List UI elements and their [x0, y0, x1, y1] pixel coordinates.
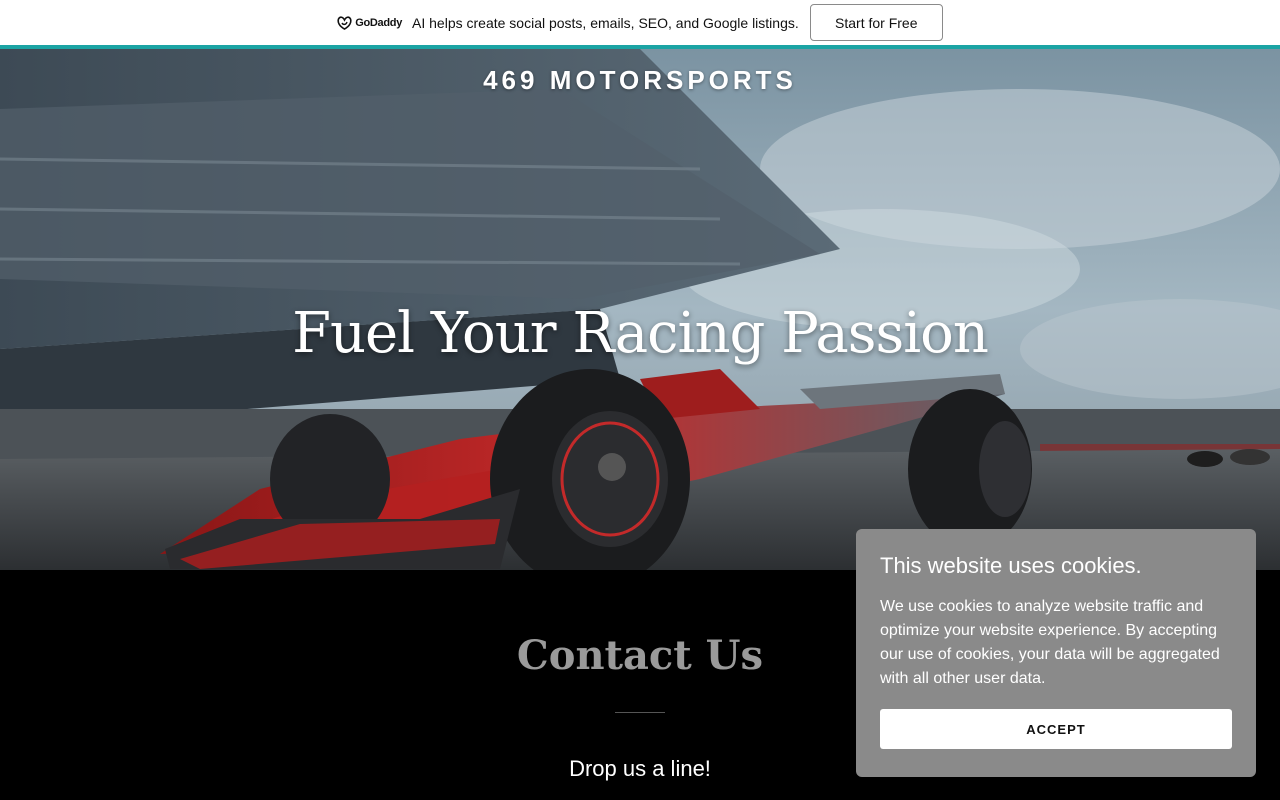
accept-cookies-button[interactable]: ACCEPT [880, 709, 1232, 749]
hero-heading: Fuel Your Racing Passion [292, 301, 989, 366]
godaddy-logo[interactable]: GoDaddy [337, 15, 403, 30]
start-for-free-button[interactable]: Start for Free [809, 4, 943, 41]
promo-text: AI helps create social posts, emails, SE… [412, 14, 799, 31]
cookie-banner: This website uses cookies. We use cookie… [856, 529, 1256, 777]
hero-section: 469 MOTORSPORTS Fuel Your Racing Passion [0, 49, 1280, 570]
promo-banner: GoDaddy AI helps create social posts, em… [0, 0, 1280, 45]
site-title[interactable]: 469 MOTORSPORTS [0, 65, 1280, 96]
divider [615, 712, 665, 713]
godaddy-logo-text: GoDaddy [355, 16, 403, 29]
godaddy-icon [337, 15, 352, 30]
cookie-banner-body: We use cookies to analyze website traffi… [880, 598, 1220, 687]
cookie-banner-title: This website uses cookies. [880, 553, 1142, 578]
